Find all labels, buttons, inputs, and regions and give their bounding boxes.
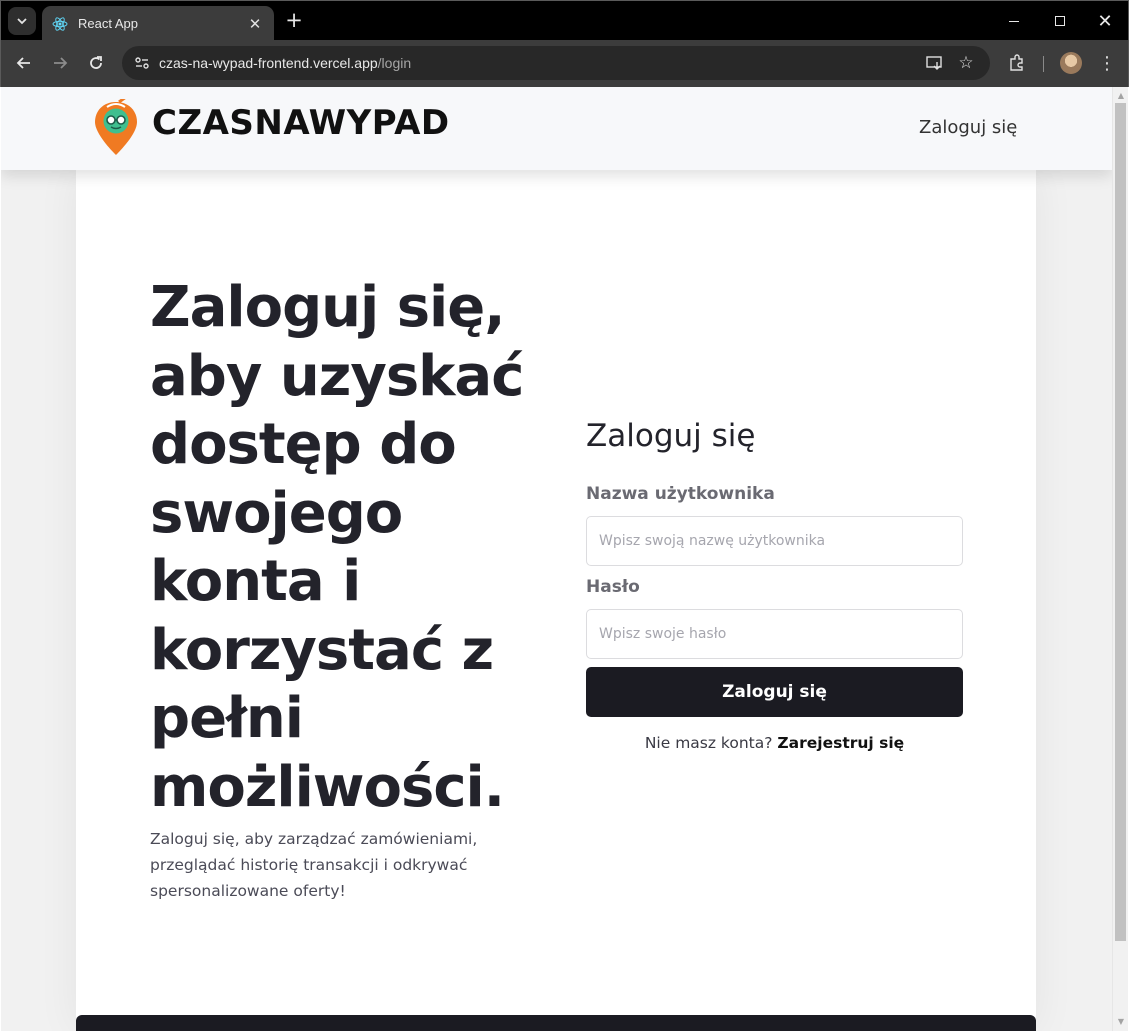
bookmark-star-icon[interactable]: ☆ xyxy=(956,53,976,73)
tab-search-icon[interactable] xyxy=(8,7,36,35)
profile-avatar-icon[interactable] xyxy=(1059,51,1083,75)
browser-toolbar: czas-na-wypad-frontend.vercel.app/login … xyxy=(0,40,1129,87)
window-maximize-button[interactable] xyxy=(1037,1,1083,41)
window-close-button[interactable]: ✕ xyxy=(1082,1,1128,41)
react-favicon-icon xyxy=(52,16,68,32)
username-input[interactable] xyxy=(586,516,963,566)
scroll-up-arrow-icon[interactable]: ▲ xyxy=(1113,89,1129,103)
close-icon: ✕ xyxy=(1097,10,1113,31)
signup-link[interactable]: Zarejestruj się xyxy=(777,734,904,752)
login-form-title: Zaloguj się xyxy=(586,418,756,454)
browser-tab-bar: React App ✕ + ✕ xyxy=(0,0,1129,41)
login-submit-button[interactable]: Zaloguj się xyxy=(586,667,963,717)
site-header: CZASNAWYPAD Zaloguj się xyxy=(1,87,1112,170)
new-tab-button[interactable]: + xyxy=(282,8,306,32)
menu-dots-icon[interactable]: ⋮ xyxy=(1095,51,1119,75)
url-text: czas-na-wypad-frontend.vercel.app/login xyxy=(159,55,411,71)
reload-icon xyxy=(90,56,102,69)
url-path: /login xyxy=(377,55,412,71)
nav-login-link[interactable]: Zaloguj się xyxy=(919,117,1017,138)
forward-button[interactable] xyxy=(47,50,73,76)
site-info-icon[interactable] xyxy=(131,52,153,74)
signup-prompt: Nie masz konta? Zarejestruj się xyxy=(586,734,963,752)
window-minimize-button[interactable] xyxy=(991,1,1037,41)
footer xyxy=(76,1015,1036,1031)
page-scrollbar[interactable]: ▲ ▼ xyxy=(1112,87,1128,1031)
hero-subtitle: Zaloguj się, aby zarządzać zamówieniami,… xyxy=(150,830,478,900)
extensions-icon[interactable] xyxy=(1005,51,1029,75)
login-page-card: Zaloguj się, aby uzyskać dostęp do swoje… xyxy=(76,170,1036,1031)
reload-button[interactable] xyxy=(83,50,109,76)
minimize-icon xyxy=(1009,20,1019,22)
back-button[interactable] xyxy=(11,50,37,76)
brand-name[interactable]: CZASNAWYPAD xyxy=(152,103,450,143)
forward-icon xyxy=(54,57,68,69)
maximize-icon xyxy=(1055,16,1065,26)
hero-title: Zaloguj się, aby uzyskać dostęp do swoje… xyxy=(150,275,524,820)
page-viewport: CZASNAWYPAD Zaloguj się Zaloguj się, aby… xyxy=(1,87,1112,1031)
address-bar[interactable]: czas-na-wypad-frontend.vercel.app/login … xyxy=(122,46,990,80)
browser-tab[interactable]: React App ✕ xyxy=(42,6,274,41)
install-app-icon[interactable] xyxy=(925,53,945,73)
tab-close-icon[interactable]: ✕ xyxy=(246,15,264,33)
brand-logo-icon[interactable] xyxy=(93,99,139,157)
password-label: Hasło xyxy=(586,577,640,597)
toolbar-divider xyxy=(1043,56,1044,72)
scroll-down-arrow-icon[interactable]: ▼ xyxy=(1113,1015,1129,1029)
password-input[interactable] xyxy=(586,609,963,659)
scrollbar-thumb[interactable] xyxy=(1115,103,1126,941)
avatar xyxy=(1060,52,1082,74)
tab-title: React App xyxy=(78,16,138,31)
username-label: Nazwa użytkownika xyxy=(586,484,775,504)
back-icon xyxy=(16,57,30,69)
signup-prompt-text: Nie masz konta? xyxy=(644,734,773,752)
url-host: czas-na-wypad-frontend.vercel.app xyxy=(159,55,378,71)
